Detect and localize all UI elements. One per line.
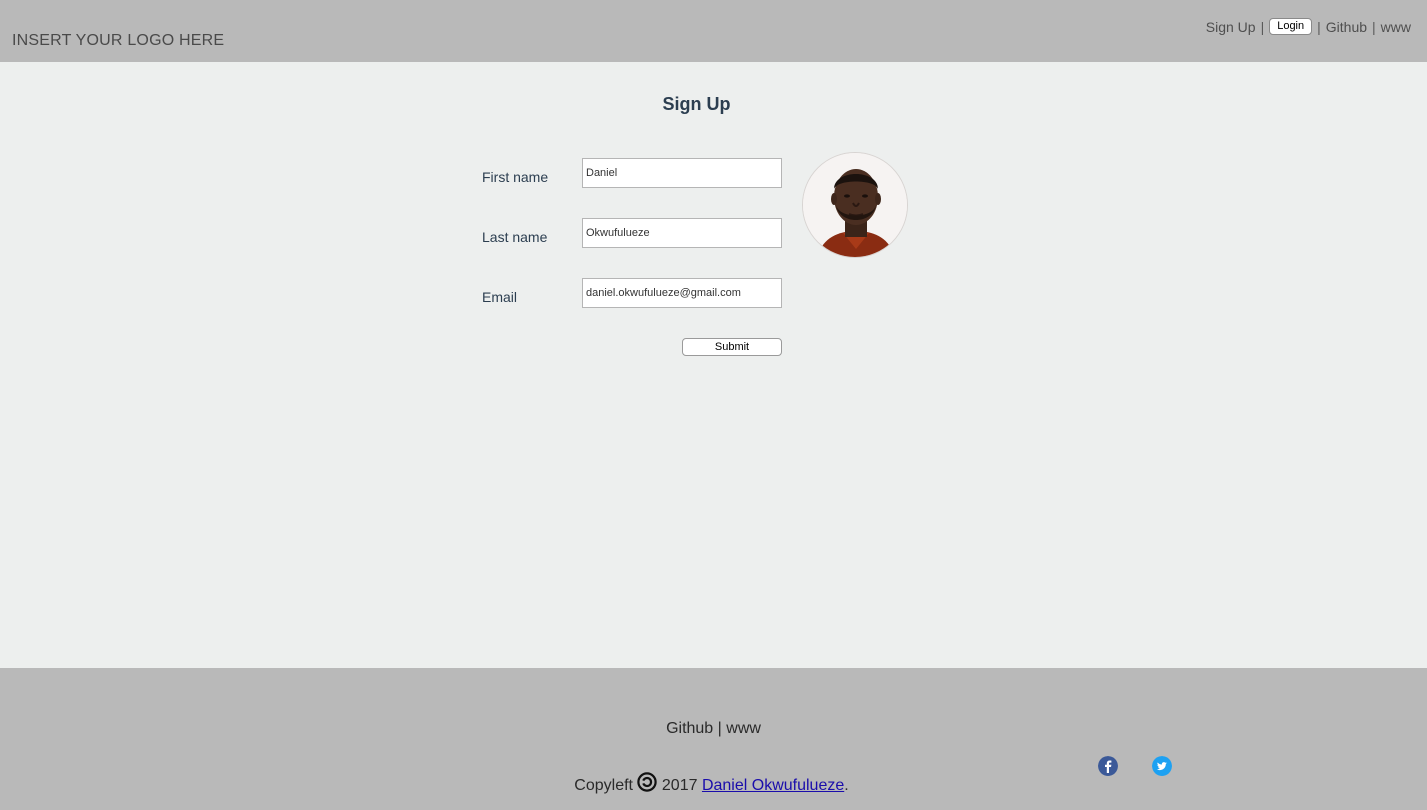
logo-text: INSERT YOUR LOGO HERE	[12, 32, 225, 49]
nav-www-link[interactable]: www	[1381, 19, 1411, 35]
footer-www-link[interactable]: www	[726, 720, 761, 737]
top-nav: Sign Up | Login | Github | www	[1206, 18, 1411, 35]
facebook-icon[interactable]	[1098, 756, 1118, 776]
copyright-period: .	[844, 777, 849, 794]
copyleft-text: Copyleft	[574, 777, 633, 794]
nav-separator: |	[1260, 18, 1265, 35]
nav-github-link[interactable]: Github	[1326, 19, 1367, 35]
footer: Github | www Copyleft 2017 Daniel Okwufu…	[0, 668, 1427, 810]
footer-github-link[interactable]: Github	[666, 720, 713, 737]
page-title: Sign Up	[662, 94, 731, 114]
first-name-label: First name	[482, 169, 549, 185]
first-name-field[interactable]	[582, 158, 782, 188]
nav-separator: |	[1317, 18, 1321, 35]
avatar-portrait	[803, 153, 907, 257]
submit-button[interactable]: Submit	[682, 338, 782, 356]
email-field[interactable]	[582, 278, 782, 308]
login-button[interactable]: Login	[1269, 18, 1313, 35]
last-name-label: Last name	[482, 229, 548, 245]
header: INSERT YOUR LOGO HERE Sign Up | Login | …	[0, 0, 1427, 62]
copyleft-icon	[637, 772, 658, 792]
email-label: Email	[482, 289, 518, 305]
footer-separator: |	[717, 720, 722, 737]
twitter-icon[interactable]	[1152, 756, 1172, 776]
main-content: Sign Up First name Last name Email Submi…	[0, 62, 1427, 668]
last-name-field[interactable]	[582, 218, 782, 248]
avatar	[802, 152, 908, 258]
copyright-year: 2017	[661, 777, 698, 794]
copyright: Copyleft 2017 Daniel Okwufulueze.	[0, 772, 1423, 795]
nav-signup-link[interactable]: Sign Up	[1206, 19, 1256, 35]
footer-links: Github | www	[0, 720, 1427, 738]
nav-separator: |	[1372, 18, 1376, 35]
author-link[interactable]: Daniel Okwufulueze	[702, 777, 844, 794]
